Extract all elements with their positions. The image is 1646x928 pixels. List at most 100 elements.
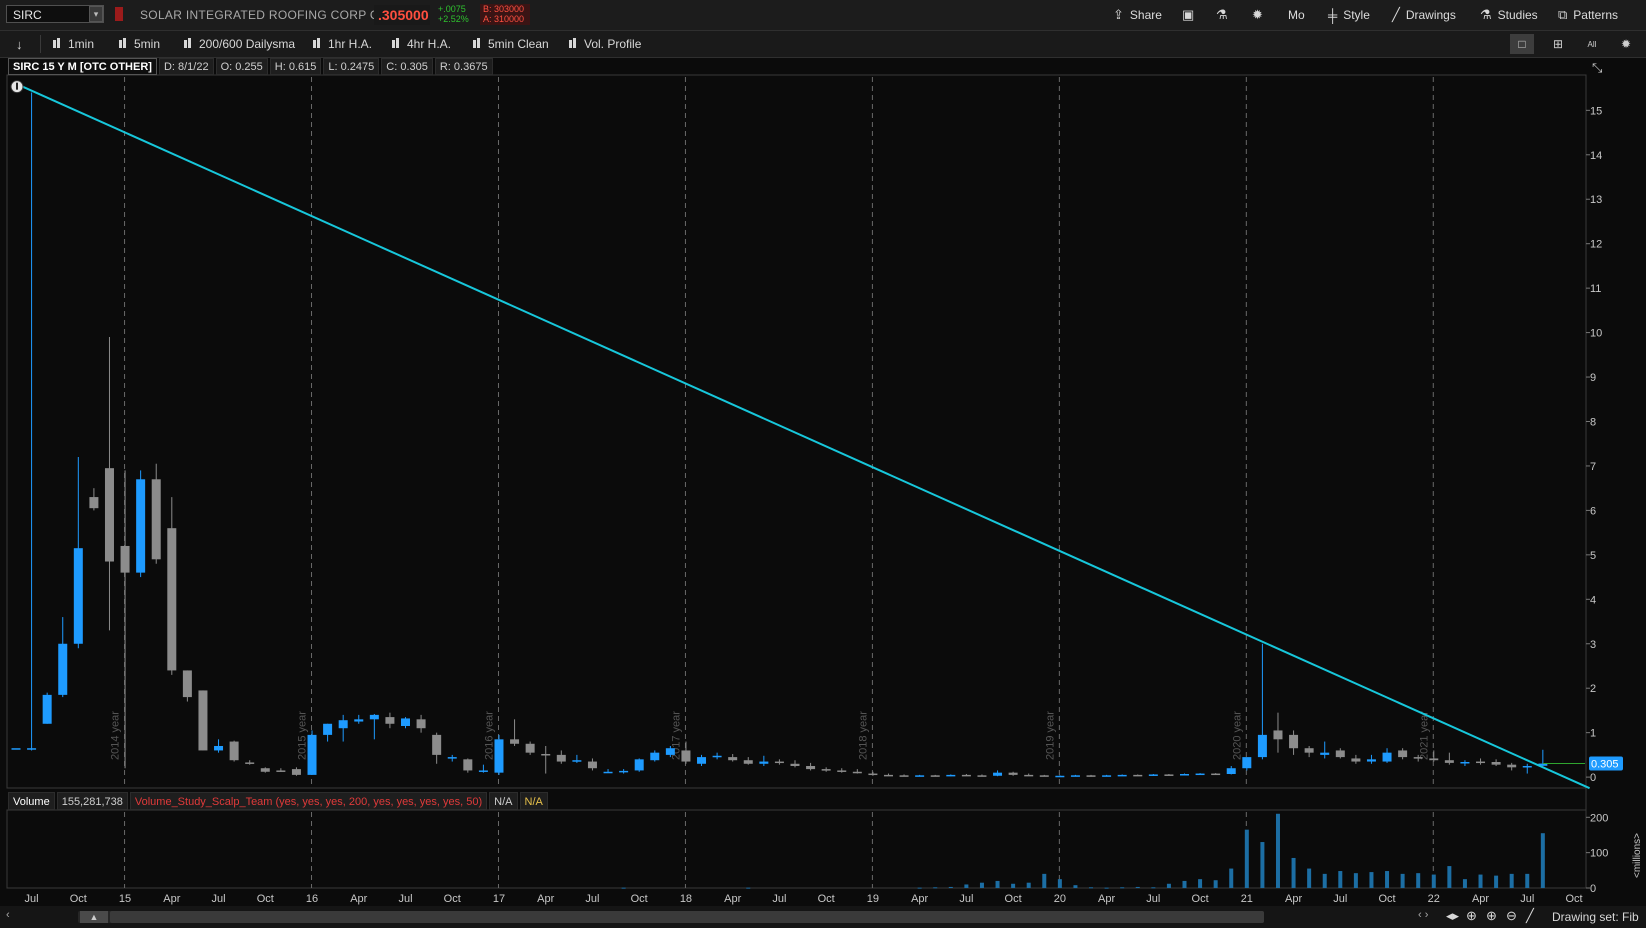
time-tick-label: Apr: [537, 893, 554, 905]
time-tick-label: Jul: [398, 893, 412, 905]
time-tick-label: Jul: [959, 893, 973, 905]
candle-body: [603, 771, 613, 774]
candle-body: [432, 734, 442, 755]
candle-body: [1413, 757, 1423, 759]
volume-panel-border: [6, 809, 1587, 889]
candle-body: [1273, 730, 1283, 740]
candle-body: [759, 761, 769, 764]
scrollbar-handle[interactable]: ▲: [80, 911, 108, 923]
candle-body: [790, 763, 800, 766]
current-price-value: 0.305: [1591, 759, 1619, 771]
candle-body: [1164, 774, 1174, 776]
volume-bar: [1260, 842, 1265, 888]
candle-body: [525, 743, 535, 753]
time-tick-label: Apr: [911, 893, 928, 905]
candle-body: [1304, 748, 1314, 753]
candle-body: [1086, 775, 1096, 777]
drawing-set-label: Drawing set: Fib: [1552, 910, 1639, 924]
volume-bar: [1447, 866, 1452, 888]
crosshair-icon[interactable]: ⊕: [1466, 908, 1477, 924]
scroll-right-icon[interactable]: ‹ ›: [1418, 909, 1428, 921]
volume-bar: [1385, 871, 1390, 888]
volume-bar: [1213, 880, 1218, 888]
volume-bar: [1525, 873, 1530, 888]
volume-bar: [1431, 874, 1436, 888]
volume-unit-label: <millions>: [1632, 833, 1643, 878]
candle-body: [1351, 758, 1361, 762]
candle-body: [27, 748, 37, 750]
price-tick-label: 14: [1590, 150, 1602, 162]
time-tick-label: Oct: [1192, 893, 1209, 905]
candle-body: [541, 753, 551, 756]
candle-body: [806, 765, 816, 770]
candle-body: [1491, 761, 1501, 765]
info-date: D: 8/1/22: [158, 58, 214, 75]
time-tick-label: Oct: [1565, 893, 1582, 905]
info-low: L: 0.2475: [323, 58, 380, 75]
candle-body: [385, 717, 395, 724]
time-tick-label: 20: [1054, 893, 1066, 905]
candle-body: [1382, 752, 1392, 762]
candle-body: [1133, 774, 1143, 777]
candle-body: [1444, 760, 1454, 763]
zoom-out-icon[interactable]: ⊖: [1506, 908, 1517, 924]
candle-body: [1335, 750, 1345, 758]
candle-body: [510, 739, 520, 744]
volume-bar: [979, 882, 984, 888]
candle-body: [1055, 775, 1065, 778]
overlay: 0.305 ⤡: [10, 60, 1623, 790]
collapse-icon: ⤡: [1592, 60, 1603, 75]
candle-body: [1024, 774, 1034, 777]
volume-bar: [1089, 887, 1094, 889]
candle-body: [946, 774, 956, 777]
time-tick-label: 21: [1241, 893, 1253, 905]
candle-body: [307, 734, 317, 775]
volume-grid: [6, 809, 1587, 889]
time-tick-label: Jul: [1520, 893, 1534, 905]
time-tick-label: Oct: [257, 893, 274, 905]
time-tick-label: Apr: [724, 893, 741, 905]
time-tick-label: Jul: [772, 893, 786, 905]
candle-body: [1102, 775, 1112, 777]
candle-body: [665, 748, 675, 755]
volume-na-1: N/A: [489, 792, 518, 810]
candle-body: [369, 714, 379, 720]
price-tick-label: 0: [1590, 772, 1596, 784]
volume-bar: [1151, 887, 1156, 889]
price-tick-label: 3: [1590, 639, 1596, 651]
volume-bar: [964, 884, 969, 888]
candle-body: [1460, 761, 1470, 764]
trendline-anchor-mark: [16, 82, 18, 90]
price-tick-label: 2: [1590, 683, 1596, 695]
year-marker-label: 2021 year: [1418, 711, 1430, 760]
volume-bar: [1307, 868, 1312, 888]
volume-bar: [1400, 873, 1405, 888]
expand-icon[interactable]: ◂▸: [1446, 908, 1459, 924]
candle-body: [1522, 765, 1532, 768]
volume-study-label[interactable]: Volume_Study_Scalp_Team (yes, yes, yes, …: [129, 792, 488, 810]
candle-body: [1289, 734, 1299, 749]
chart-area[interactable]: 2014 year 2015 year 2016 year 2017 year 2018…: [0, 0, 1646, 928]
candle-body: [276, 770, 286, 772]
volume-bar: [917, 887, 922, 889]
volume-tick-label: 200: [1590, 812, 1608, 824]
candle-body: [774, 761, 784, 764]
candle-body: [291, 769, 301, 775]
candle-body: [182, 670, 192, 698]
candle-body: [650, 752, 660, 761]
volume-bar: [1322, 873, 1327, 888]
price-y-axis: 0123456789101112131415: [1586, 105, 1602, 784]
volume-bar: [995, 880, 1000, 888]
candle-body: [883, 774, 893, 777]
time-tick-label: Jul: [212, 893, 226, 905]
candle-body: [214, 745, 224, 751]
zoom-in-icon[interactable]: ⊕: [1486, 908, 1497, 924]
scrollbar-thumb[interactable]: [110, 911, 1264, 923]
scroll-left-icon[interactable]: ‹: [6, 909, 10, 921]
drawing-tool-icon[interactable]: ╱: [1526, 908, 1534, 924]
volume-label: Volume: [8, 792, 55, 810]
candle-body: [1242, 757, 1252, 769]
time-axis: Jul Oct 15 Apr Jul Oct 16 Apr Jul Oct 17 Apr Jul Oct 1…: [25, 893, 1583, 905]
volume-bar: [1416, 873, 1421, 888]
time-tick-label: Oct: [1005, 893, 1022, 905]
